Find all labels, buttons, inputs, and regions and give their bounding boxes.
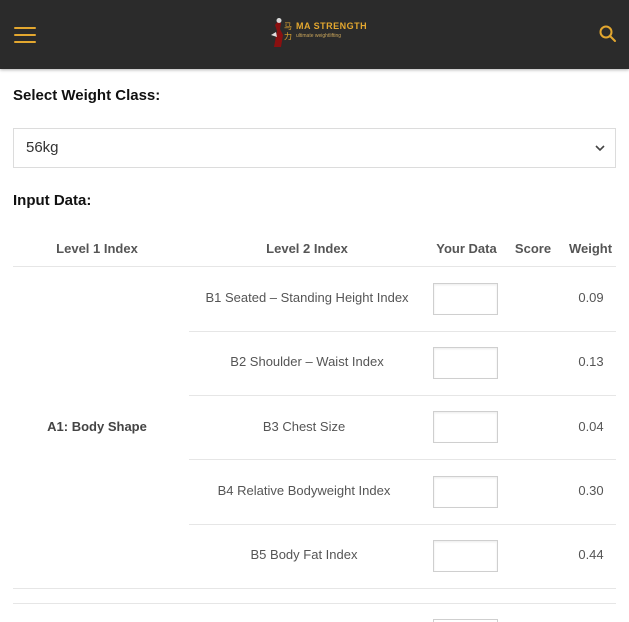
top-header: 马 力 MA STRENGTH ultimate weightlifting — [0, 0, 629, 69]
hamburger-icon[interactable] — [14, 27, 36, 43]
weight-class-select[interactable]: 56kg — [13, 128, 616, 168]
your-data-input-b5[interactable] — [433, 540, 498, 572]
header-divider — [13, 266, 616, 267]
level2-label: B4 Relative Bodyweight Index — [217, 483, 391, 498]
column-header-your-data: Your Data — [436, 241, 497, 256]
logo-tagline: ultimate weightlifting — [296, 33, 342, 39]
logo-figure-icon: 马 力 — [271, 18, 292, 47]
logo-text: MA STRENGTH — [296, 21, 368, 31]
next-group-divider — [13, 603, 616, 604]
logo-glyph-2: 力 — [284, 31, 292, 41]
weight-class-selected-value: 56kg — [26, 139, 59, 156]
level2-label: B3 Chest Size — [262, 419, 346, 434]
group-divider — [13, 588, 616, 589]
logo-glyph-1: 马 — [284, 22, 292, 31]
row-divider — [189, 331, 616, 332]
your-data-input-b3[interactable] — [433, 411, 498, 443]
row-divider — [189, 459, 616, 460]
search-icon[interactable] — [598, 24, 618, 44]
your-data-input-b2[interactable] — [433, 347, 498, 379]
column-header-weight: Weight — [568, 241, 613, 256]
row-divider — [189, 395, 616, 396]
weight-value: 0.30 — [578, 483, 604, 498]
column-header-score: Score — [514, 241, 552, 256]
chevron-down-icon — [595, 145, 605, 152]
level2-label: B2 Shoulder – Waist Index — [230, 354, 384, 369]
level2-label: B5 Body Fat Index — [250, 547, 358, 562]
level2-label: B1 Seated – Standing Height Index — [205, 290, 409, 305]
column-header-level2: Level 2 Index — [266, 241, 348, 256]
weight-value: 0.13 — [578, 354, 604, 369]
weight-class-label: Select Weight Class: — [13, 87, 161, 104]
weight-value: 0.44 — [578, 547, 604, 562]
your-data-input-b1[interactable] — [433, 283, 498, 315]
level1-group-label: A1: Body Shape — [47, 419, 147, 434]
site-logo[interactable]: 马 力 MA STRENGTH ultimate weightlifting — [268, 17, 367, 49]
input-data-label: Input Data: — [13, 192, 92, 209]
row-divider — [189, 524, 616, 525]
your-data-input-b4[interactable] — [433, 476, 498, 508]
weight-value: 0.04 — [578, 419, 604, 434]
column-header-level1: Level 1 Index — [56, 241, 138, 256]
weight-value: 0.09 — [578, 290, 604, 305]
